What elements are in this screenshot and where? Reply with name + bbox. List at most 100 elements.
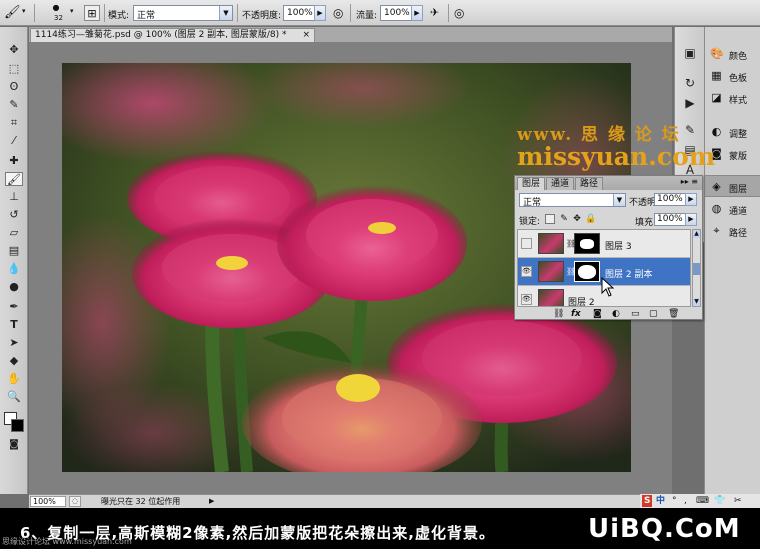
lasso-tool-icon[interactable]: ʘ bbox=[5, 80, 23, 94]
tray-sogou-icon[interactable]: S bbox=[642, 495, 653, 507]
opacity-input[interactable]: 100% ▶ bbox=[283, 5, 326, 21]
tray-tools-icon[interactable]: ✂ bbox=[734, 495, 742, 507]
dock-item-color[interactable]: 🎨 颜色 bbox=[705, 43, 760, 65]
layers-panel: 图层 通道 路径 ▸▸ ≡ 正常 ▼ 不透明度: 100% ▶ 锁定: ✎ ✥ … bbox=[514, 175, 703, 320]
dock-item-styles[interactable]: ◪ 样式 bbox=[705, 87, 760, 109]
gradient-tool-icon[interactable]: ▤ bbox=[5, 244, 23, 258]
opacity-label: 不透明度: bbox=[242, 11, 282, 21]
tool-presets-icon[interactable]: ✎ bbox=[681, 122, 699, 138]
layer-mask-thumbnail[interactable] bbox=[574, 233, 600, 254]
flow-slider-arrow-icon[interactable]: ▶ bbox=[411, 5, 423, 21]
layer-style-icon[interactable]: fx bbox=[571, 308, 581, 320]
background-color-swatch[interactable] bbox=[11, 419, 24, 432]
document-tab[interactable]: 1114练习—雏菊花.psd @ 100% (图层 2 副本, 图层蒙版/8) … bbox=[30, 28, 315, 42]
tray-halfwidth-icon[interactable]: ° bbox=[672, 495, 677, 507]
type-tool-icon[interactable]: T bbox=[5, 318, 23, 332]
dock-item-swatches[interactable]: ▦ 色板 bbox=[705, 65, 760, 87]
scroll-down-icon[interactable]: ▼ bbox=[693, 298, 700, 306]
tray-punctuation-icon[interactable]: , bbox=[684, 495, 687, 507]
quick-mask-icon[interactable]: ◙ bbox=[5, 438, 23, 452]
move-tool-icon[interactable]: ✥ bbox=[5, 43, 23, 57]
layers-panel-footer: ⛓ fx ◙ ◐ ▭ ▢ 🗑 bbox=[515, 308, 702, 320]
brush-tool-icon[interactable]: 🖌 bbox=[4, 5, 21, 21]
chevron-down-icon: ▼ bbox=[613, 194, 625, 206]
tray-chinese-input-icon[interactable]: 中 bbox=[656, 495, 665, 507]
history-icon[interactable]: ↻ bbox=[681, 75, 699, 91]
tray-skin-icon[interactable]: 👕 bbox=[714, 495, 725, 507]
tab-paths[interactable]: 路径 bbox=[575, 177, 604, 190]
scroll-thumb[interactable] bbox=[693, 263, 700, 275]
dock-item-label: 蒙版 bbox=[729, 152, 748, 162]
dock-item-adjustments[interactable]: ◐ 调整 bbox=[705, 121, 760, 143]
dropdown-arrow-icon[interactable]: ▾ bbox=[22, 7, 26, 15]
adjustment-layer-icon[interactable]: ◐ bbox=[612, 308, 620, 320]
eye-icon[interactable]: 👁 bbox=[521, 294, 532, 305]
tray-keyboard-icon[interactable]: ⌨ bbox=[696, 495, 709, 507]
layers-scrollbar[interactable]: ▲ ▼ bbox=[692, 229, 701, 307]
tutorial-caption: 6、复制一层,高斯模糊2像素,然后加蒙版把花朵擦出来,虚化背景。 思缘设计论坛 … bbox=[0, 508, 760, 549]
delete-layer-icon[interactable]: 🗑 bbox=[668, 308, 679, 320]
path-select-tool-icon[interactable]: ➤ bbox=[5, 336, 23, 350]
close-icon[interactable]: × bbox=[302, 29, 310, 41]
pressure-size-icon[interactable]: ◎ bbox=[454, 5, 470, 21]
dock-item-label: 颜色 bbox=[729, 52, 748, 62]
clone-stamp-tool-icon[interactable]: ⊥ bbox=[5, 190, 23, 204]
status-menu-icon[interactable]: ◌ bbox=[69, 496, 81, 507]
adjust-icon: ◐ bbox=[711, 125, 722, 138]
eyedropper-tool-icon[interactable]: ⁄ bbox=[5, 134, 23, 148]
mode-select[interactable]: 正常 ▼ bbox=[133, 5, 233, 21]
layer-mask-thumbnail[interactable] bbox=[574, 261, 600, 282]
flow-input[interactable]: 100% ▶ bbox=[380, 5, 423, 21]
layer-name: 图层 2 bbox=[568, 298, 595, 307]
actions-icon[interactable]: ▶ bbox=[681, 95, 699, 111]
scroll-up-icon[interactable]: ▲ bbox=[693, 230, 700, 238]
lock-transparency-icon[interactable] bbox=[545, 214, 555, 224]
lock-pixels-icon[interactable]: ✎ bbox=[559, 214, 569, 224]
mouse-cursor-icon bbox=[601, 277, 615, 297]
dock-item-layers[interactable]: ◈ 图层 bbox=[705, 175, 760, 197]
new-group-icon[interactable]: ▭ bbox=[631, 308, 640, 320]
fill-arrow-icon[interactable]: ▶ bbox=[685, 213, 697, 226]
eraser-tool-icon[interactable]: ▱ bbox=[5, 226, 23, 240]
blur-tool-icon[interactable]: 💧 bbox=[5, 262, 23, 276]
layer-opacity-input[interactable]: 100% ▶ bbox=[654, 193, 697, 206]
dock-item-label: 调整 bbox=[729, 130, 748, 140]
blend-mode-select[interactable]: 正常 ▼ bbox=[519, 193, 626, 208]
add-mask-icon[interactable]: ◙ bbox=[593, 308, 602, 320]
tab-channels[interactable]: 通道 bbox=[546, 177, 575, 190]
fill-input[interactable]: 100% ▶ bbox=[654, 213, 697, 226]
zoom-field[interactable]: 100% bbox=[30, 496, 66, 507]
dodge-tool-icon[interactable]: ● bbox=[5, 280, 23, 294]
pressure-opacity-icon[interactable]: ◎ bbox=[333, 5, 349, 21]
airbrush-icon[interactable]: ✈ bbox=[430, 5, 446, 21]
dock-item-paths[interactable]: ⌖ 路径 bbox=[705, 220, 760, 242]
visibility-toggle[interactable] bbox=[521, 238, 532, 249]
eye-icon[interactable]: 👁 bbox=[521, 266, 532, 277]
new-layer-icon[interactable]: ▢ bbox=[649, 308, 658, 320]
marquee-tool-icon[interactable]: ⬚ bbox=[5, 62, 23, 76]
history-brush-tool-icon[interactable]: ↺ bbox=[5, 208, 23, 222]
zoom-tool-icon[interactable]: 🔍 bbox=[5, 390, 23, 404]
brush-tool-icon[interactable]: 🖌 bbox=[5, 172, 23, 186]
layer-opacity-arrow-icon[interactable]: ▶ bbox=[685, 193, 697, 206]
status-arrow-icon[interactable]: ▶ bbox=[209, 496, 219, 507]
shape-tool-icon[interactable]: ◆ bbox=[5, 354, 23, 368]
link-layers-icon[interactable]: ⛓ bbox=[553, 308, 564, 320]
brush-panel-toggle-icon[interactable]: ⊞ bbox=[84, 5, 100, 21]
opacity-slider-arrow-icon[interactable]: ▶ bbox=[314, 5, 326, 21]
crop-tool-icon[interactable]: ⌗ bbox=[5, 116, 23, 130]
layer-row[interactable]: ⛓ 图层 3 bbox=[518, 230, 690, 258]
panel-menu-icon[interactable]: ▸▸ ≡ bbox=[681, 177, 698, 186]
tab-layers[interactable]: 图层 bbox=[517, 177, 546, 190]
hand-tool-icon[interactable]: ✋ bbox=[5, 372, 23, 386]
pen-tool-icon[interactable]: ✒ bbox=[5, 300, 23, 314]
healing-brush-tool-icon[interactable]: ✚ bbox=[5, 154, 23, 168]
flow-label: 流量: bbox=[356, 11, 378, 21]
layer-opacity-value: 100% bbox=[657, 194, 683, 204]
lock-all-icon[interactable]: 🔒 bbox=[585, 214, 596, 224]
navigator-icon[interactable]: ▣ bbox=[681, 45, 699, 61]
dock-item-channels[interactable]: ◍ 通道 bbox=[705, 198, 760, 220]
brush-picker-arrow-icon[interactable]: ▾ bbox=[70, 7, 74, 15]
quick-select-tool-icon[interactable]: ✎ bbox=[5, 98, 23, 112]
lock-position-icon[interactable]: ✥ bbox=[572, 214, 582, 224]
